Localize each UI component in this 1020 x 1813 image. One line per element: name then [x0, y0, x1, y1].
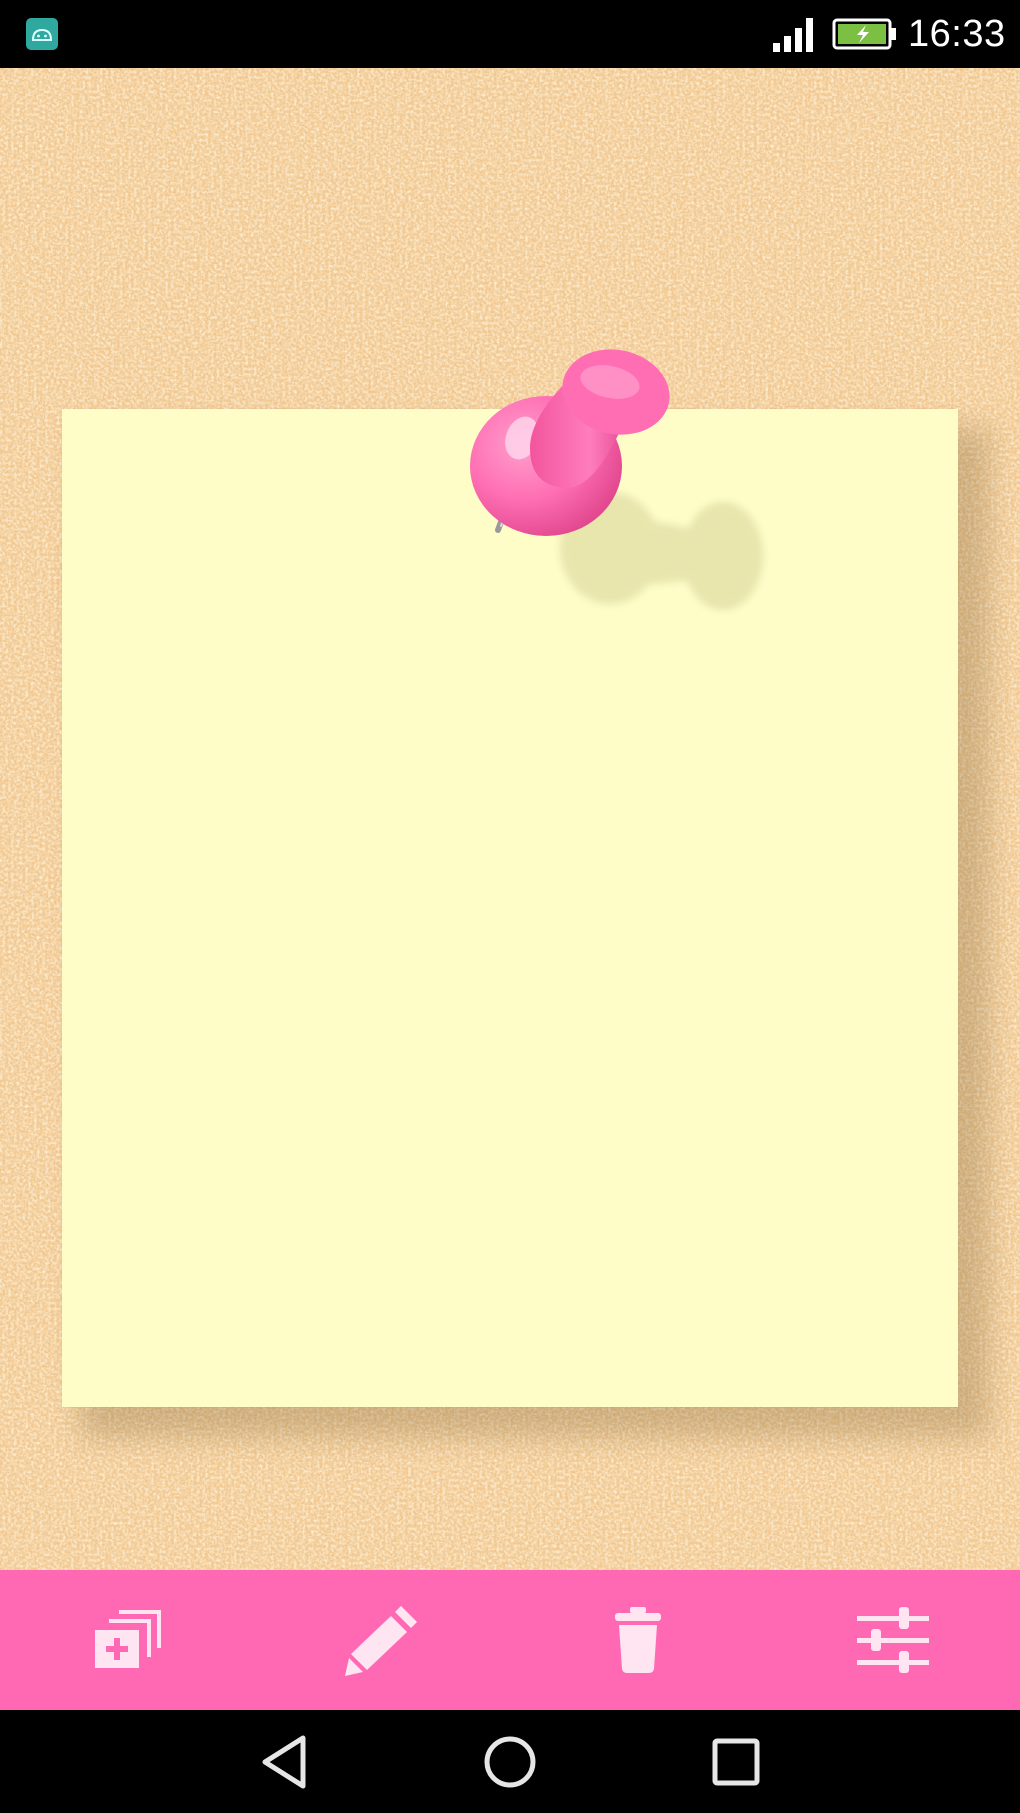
- pencil-icon: [344, 1606, 417, 1676]
- signal-icon: [773, 18, 813, 52]
- home-button[interactable]: [470, 1730, 550, 1794]
- android-app-icon: [26, 18, 58, 50]
- battery-charging-icon: [832, 18, 896, 50]
- settings-button[interactable]: [765, 1570, 1020, 1710]
- add-note-button[interactable]: [0, 1570, 255, 1710]
- back-button[interactable]: [244, 1730, 324, 1794]
- edit-button[interactable]: [255, 1570, 510, 1710]
- status-time: 16:33: [908, 13, 1006, 55]
- home-icon: [484, 1736, 536, 1788]
- sliders-icon: [856, 1607, 929, 1673]
- pushpin-icon: [470, 349, 763, 610]
- cork-board: [0, 68, 1020, 1570]
- recents-icon: [712, 1738, 760, 1786]
- status-bar: 16:33: [0, 0, 1020, 68]
- recents-button[interactable]: [696, 1730, 776, 1794]
- back-icon: [262, 1735, 306, 1789]
- screen: 16:33: [0, 0, 1020, 1813]
- add-note-icon: [94, 1610, 161, 1668]
- nav-bar: [0, 1710, 1020, 1813]
- trash-icon: [614, 1607, 661, 1673]
- action-bar: [0, 1570, 1020, 1710]
- delete-button[interactable]: [510, 1570, 765, 1710]
